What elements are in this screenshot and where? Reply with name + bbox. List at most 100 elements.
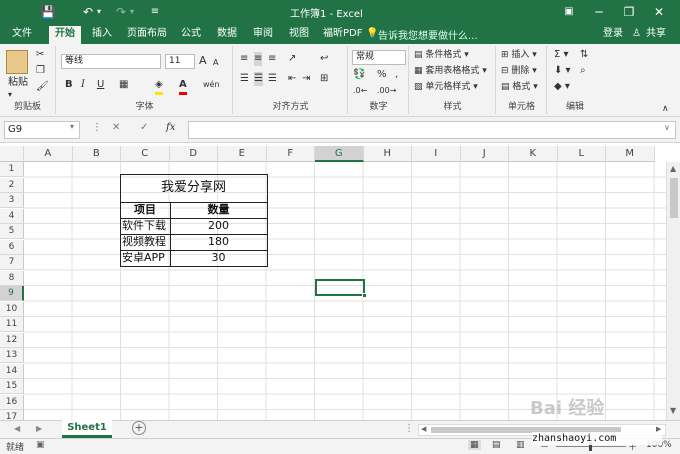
page-layout-view-icon[interactable]: ▤ — [492, 440, 501, 450]
restore-button[interactable]: ❐ — [620, 3, 638, 21]
number-format-select[interactable]: 常规 — [352, 50, 406, 65]
font-color-button[interactable]: A — [179, 78, 187, 95]
align-right-icon[interactable]: ☰ — [268, 72, 277, 86]
row-header-12[interactable]: 12 — [0, 332, 24, 348]
paste-icon[interactable] — [6, 50, 28, 74]
column-header-j[interactable]: J — [460, 146, 509, 162]
name-box-dropdown-icon[interactable]: ▾ — [70, 122, 74, 131]
scroll-left-icon[interactable]: ◀ — [421, 425, 426, 433]
align-center-icon[interactable]: ☰ — [254, 72, 263, 86]
align-bottom-icon[interactable]: ≡ — [268, 52, 276, 66]
table-title-cell[interactable]: 我爱分享网 — [120, 174, 267, 202]
cell-styles-button[interactable]: ▧ 单元格样式 ▾ — [414, 80, 478, 94]
table-cell[interactable]: 视频教程 — [122, 234, 166, 249]
row-header-9[interactable]: 9 — [0, 286, 24, 301]
row-header-7[interactable]: 7 — [0, 255, 24, 270]
column-header-c[interactable]: C — [121, 146, 170, 162]
macro-record-icon[interactable]: ▣ — [36, 440, 45, 450]
row-header-11[interactable]: 11 — [0, 317, 24, 332]
sign-in-link[interactable]: 登录 — [603, 27, 623, 41]
copy-icon[interactable]: ❐ — [36, 64, 45, 78]
align-left-icon[interactable]: ☰ — [240, 72, 249, 86]
tell-me-box[interactable]: 告诉我您想要做什么... — [378, 27, 478, 42]
close-button[interactable]: ✕ — [650, 3, 668, 21]
header-cell-count[interactable]: 数量 — [170, 202, 267, 217]
italic-button[interactable]: I — [81, 78, 85, 92]
select-all-corner[interactable] — [0, 146, 24, 162]
enter-entry-button[interactable]: ✓ — [140, 122, 148, 133]
decrease-decimal-icon[interactable]: .00→ — [377, 84, 396, 98]
sort-filter-icon[interactable]: ⇅ — [580, 48, 588, 62]
grow-font-button[interactable]: A — [199, 54, 207, 68]
font-size-select[interactable]: 11 — [165, 54, 195, 69]
redo-icon[interactable]: ↷ — [113, 4, 129, 20]
row-header-16[interactable]: 16 — [0, 394, 24, 410]
tab-insert[interactable]: 插入 — [92, 27, 112, 41]
scroll-up-icon[interactable]: ▲ — [670, 164, 676, 173]
table-cell[interactable]: 180 — [170, 234, 267, 249]
increase-decimal-icon[interactable]: .0← — [353, 84, 367, 98]
save-icon[interactable]: 💾 — [40, 4, 56, 20]
new-sheet-button[interactable]: + — [132, 421, 146, 435]
row-header-17[interactable]: 17 — [0, 410, 24, 420]
row-header-1[interactable]: 1 — [0, 162, 24, 177]
column-header-a[interactable]: A — [24, 146, 73, 162]
prev-sheet-icon[interactable]: ◀ — [14, 424, 20, 433]
column-header-m[interactable]: M — [606, 146, 655, 162]
header-cell-item[interactable]: 项目 — [120, 202, 170, 217]
undo-icon[interactable]: ↶ — [80, 4, 96, 20]
undo-dropdown-icon[interactable]: ▾ — [95, 4, 103, 20]
tab-data[interactable]: 数据 — [217, 27, 237, 41]
format-as-table-button[interactable]: ▦ 套用表格格式 ▾ — [414, 64, 487, 78]
ribbon-options-icon[interactable]: ▣ — [560, 3, 578, 21]
column-header-d[interactable]: D — [169, 146, 218, 162]
customize-qat-icon[interactable]: ≡ — [147, 4, 163, 20]
phonetic-button[interactable]: wén — [203, 78, 220, 92]
insert-function-button[interactable]: fx — [166, 122, 175, 133]
underline-button[interactable]: U — [97, 78, 104, 92]
row-header-14[interactable]: 14 — [0, 363, 24, 379]
shrink-font-button[interactable]: A — [213, 56, 218, 70]
insert-cells-button[interactable]: ⊞ 插入 ▾ — [501, 48, 537, 62]
tab-review[interactable]: 审阅 — [253, 27, 273, 41]
table-cell[interactable]: 安卓APP — [122, 250, 165, 265]
redo-dropdown-icon[interactable]: ▾ — [128, 4, 136, 20]
table-cell[interactable]: 30 — [170, 250, 267, 265]
expand-formula-bar-icon[interactable]: ∨ — [664, 123, 670, 132]
bold-button[interactable]: B — [65, 78, 73, 92]
indent-increase-icon[interactable]: ⇥ — [302, 72, 310, 86]
row-header-13[interactable]: 13 — [0, 348, 24, 363]
name-box[interactable]: G9 — [4, 121, 80, 139]
column-header-b[interactable]: B — [72, 146, 121, 162]
percent-button[interactable]: % — [377, 68, 387, 82]
tab-page-layout[interactable]: 页面布局 — [127, 27, 167, 41]
column-header-h[interactable]: H — [363, 146, 412, 162]
row-header-2[interactable]: 2 — [0, 177, 24, 193]
tab-view[interactable]: 视图 — [289, 27, 309, 41]
selected-cell-g9[interactable] — [315, 279, 365, 296]
orientation-icon[interactable]: ↗ — [288, 52, 296, 66]
share-button[interactable]: 共享 — [646, 27, 666, 41]
indent-decrease-icon[interactable]: ⇤ — [288, 72, 296, 86]
scroll-down-icon[interactable]: ▼ — [670, 406, 676, 415]
currency-icon[interactable]: 💱 — [353, 68, 365, 82]
sheet-tab-sheet1[interactable]: Sheet1 — [62, 420, 112, 438]
row-header-10[interactable]: 10 — [0, 301, 24, 317]
row-header-6[interactable]: 6 — [0, 239, 24, 255]
border-button[interactable]: ▦ — [119, 78, 128, 92]
comma-button[interactable]: , — [395, 68, 398, 82]
cut-icon[interactable]: ✂ — [36, 48, 44, 62]
row-header-5[interactable]: 5 — [0, 224, 24, 239]
fill-color-button[interactable]: ◈ — [155, 78, 163, 95]
tab-foxit-pdf[interactable]: 福昕PDF — [323, 27, 362, 41]
next-sheet-icon[interactable]: ▶ — [36, 424, 42, 433]
tab-file[interactable]: 文件 — [12, 27, 32, 41]
find-select-icon[interactable]: ⌕ — [580, 64, 586, 78]
normal-view-icon[interactable]: ▦ — [468, 440, 481, 450]
collapse-ribbon-icon[interactable]: ∧ — [662, 102, 669, 116]
merge-center-icon[interactable]: ⊞ — [320, 72, 328, 86]
row-header-3[interactable]: 3 — [0, 193, 24, 208]
worksheet-grid[interactable]: ABCDEFGHIJKLM 12345678910111213141516171… — [0, 143, 680, 420]
tab-formulas[interactable]: 公式 — [181, 27, 201, 41]
vertical-scroll-thumb[interactable] — [670, 178, 678, 218]
